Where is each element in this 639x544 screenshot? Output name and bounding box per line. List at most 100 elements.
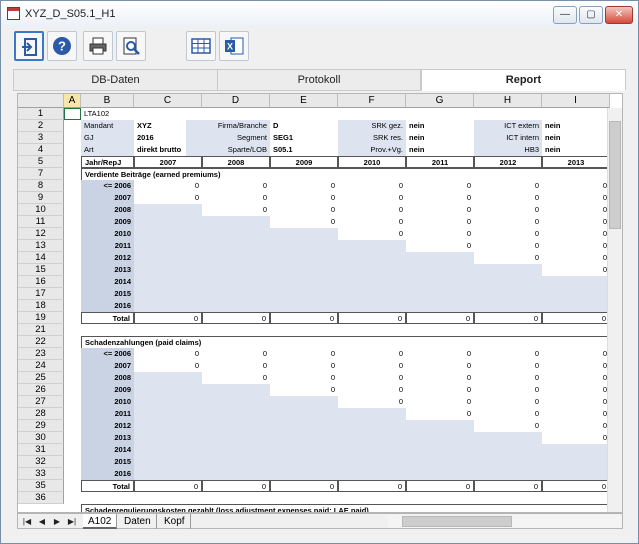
data-cell[interactable] xyxy=(542,276,610,288)
data-cell[interactable]: 0 xyxy=(270,348,338,360)
print-preview-button[interactable] xyxy=(116,31,146,61)
data-cell[interactable]: 0 xyxy=(542,432,610,444)
data-cell[interactable]: 0 xyxy=(338,216,406,228)
row-header[interactable]: 11 xyxy=(18,216,64,228)
data-cell[interactable] xyxy=(270,468,338,480)
data-cell[interactable] xyxy=(134,228,202,240)
data-cell[interactable] xyxy=(202,408,270,420)
data-cell[interactable] xyxy=(202,276,270,288)
spreadsheet[interactable]: A B C D E F G H I 1 2 3 4 5 7 8 9 10 11 12 13 14 15 16 17 18 19 21 2… xyxy=(17,93,623,513)
row-header[interactable]: 25 xyxy=(18,372,64,384)
data-cell[interactable]: 0 xyxy=(202,372,270,384)
data-cell[interactable] xyxy=(134,204,202,216)
data-cell[interactable] xyxy=(542,300,610,312)
data-cell[interactable]: 0 xyxy=(474,180,542,192)
data-cell[interactable] xyxy=(542,288,610,300)
vertical-scroll-thumb[interactable] xyxy=(609,121,621,229)
data-cell[interactable] xyxy=(338,420,406,432)
data-cell[interactable]: 0 xyxy=(474,420,542,432)
data-cell[interactable]: 0 xyxy=(134,180,202,192)
data-cell[interactable]: 0 xyxy=(202,180,270,192)
data-cell[interactable] xyxy=(270,276,338,288)
data-cell[interactable] xyxy=(270,252,338,264)
select-all-corner[interactable] xyxy=(18,94,64,108)
data-cell[interactable] xyxy=(542,444,610,456)
row-header[interactable]: 27 xyxy=(18,396,64,408)
data-cell[interactable] xyxy=(202,264,270,276)
minimize-button[interactable]: — xyxy=(553,6,577,24)
data-cell[interactable]: 0 xyxy=(474,228,542,240)
data-cell[interactable]: 0 xyxy=(542,252,610,264)
data-cell[interactable]: 0 xyxy=(270,204,338,216)
total-cell[interactable]: 0 xyxy=(202,312,270,324)
row-header[interactable]: 3 xyxy=(18,132,64,144)
column-header[interactable]: C xyxy=(134,94,202,108)
column-header[interactable]: G xyxy=(406,94,474,108)
tab-report[interactable]: Report xyxy=(421,69,626,91)
data-cell[interactable] xyxy=(338,408,406,420)
row-header[interactable]: 4 xyxy=(18,144,64,156)
row-header[interactable]: 16 xyxy=(18,276,64,288)
data-cell[interactable] xyxy=(202,468,270,480)
data-cell[interactable]: 0 xyxy=(134,192,202,204)
row-header[interactable]: 26 xyxy=(18,384,64,396)
data-cell[interactable] xyxy=(134,468,202,480)
data-cell[interactable]: 0 xyxy=(474,192,542,204)
prev-sheet-button[interactable]: ◀ xyxy=(35,515,49,528)
row-header[interactable]: 35 xyxy=(18,480,64,492)
data-cell[interactable]: 0 xyxy=(542,216,610,228)
data-cell[interactable] xyxy=(406,288,474,300)
data-cell[interactable] xyxy=(134,432,202,444)
row-header[interactable]: 2 xyxy=(18,120,64,132)
data-cell[interactable]: 0 xyxy=(474,348,542,360)
data-cell[interactable] xyxy=(202,384,270,396)
total-cell[interactable]: 0 xyxy=(474,480,542,492)
data-cell[interactable] xyxy=(474,468,542,480)
data-cell[interactable]: 0 xyxy=(406,180,474,192)
data-cell[interactable] xyxy=(134,252,202,264)
data-cell[interactable]: 0 xyxy=(474,216,542,228)
data-cell[interactable]: 0 xyxy=(338,372,406,384)
row-header[interactable]: 13 xyxy=(18,240,64,252)
total-cell[interactable]: 0 xyxy=(338,312,406,324)
data-cell[interactable]: 0 xyxy=(202,204,270,216)
data-cell[interactable]: 0 xyxy=(474,252,542,264)
data-cell[interactable] xyxy=(202,240,270,252)
data-cell[interactable]: 0 xyxy=(338,180,406,192)
row-header[interactable]: 28 xyxy=(18,408,64,420)
data-cell[interactable] xyxy=(134,372,202,384)
data-cell[interactable]: 0 xyxy=(270,384,338,396)
sheet-tab-a102[interactable]: A102 xyxy=(83,514,118,529)
total-cell[interactable]: 0 xyxy=(202,480,270,492)
data-cell[interactable] xyxy=(202,300,270,312)
grid-view-button[interactable] xyxy=(186,31,216,61)
data-cell[interactable] xyxy=(406,444,474,456)
data-cell[interactable]: 0 xyxy=(338,360,406,372)
horizontal-scrollbar[interactable] xyxy=(388,515,622,528)
data-cell[interactable] xyxy=(134,240,202,252)
row-header[interactable]: 5 xyxy=(18,156,64,168)
column-header[interactable]: I xyxy=(542,94,610,108)
data-cell[interactable] xyxy=(474,432,542,444)
total-cell[interactable]: 0 xyxy=(406,480,474,492)
data-cell[interactable] xyxy=(474,444,542,456)
sheet-tab-daten[interactable]: Daten xyxy=(119,514,157,529)
row-header[interactable]: 33 xyxy=(18,468,64,480)
data-cell[interactable] xyxy=(202,420,270,432)
data-cell[interactable]: 0 xyxy=(474,360,542,372)
data-cell[interactable]: 0 xyxy=(542,264,610,276)
row-header[interactable]: 1 xyxy=(18,108,64,120)
tab-protokoll[interactable]: Protokoll xyxy=(217,69,421,91)
data-cell[interactable] xyxy=(542,468,610,480)
data-cell[interactable]: 0 xyxy=(270,192,338,204)
data-cell[interactable]: 0 xyxy=(406,372,474,384)
data-cell[interactable]: 0 xyxy=(542,204,610,216)
data-cell[interactable] xyxy=(474,276,542,288)
data-cell[interactable] xyxy=(338,300,406,312)
data-cell[interactable]: 0 xyxy=(338,348,406,360)
row-header[interactable]: 31 xyxy=(18,444,64,456)
close-button[interactable]: ✕ xyxy=(605,6,633,24)
data-cell[interactable]: 0 xyxy=(542,240,610,252)
data-cell[interactable]: 0 xyxy=(542,372,610,384)
data-cell[interactable] xyxy=(134,396,202,408)
